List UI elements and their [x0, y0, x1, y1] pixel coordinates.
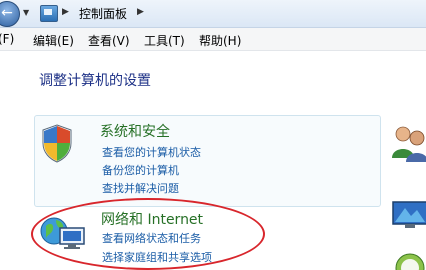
control-panel-icon: [40, 5, 58, 22]
recent-pages-dropdown[interactable]: ▼: [23, 8, 29, 17]
menu-edit[interactable]: 编辑(E): [33, 32, 74, 49]
page-title: 调整计算机的设置: [39, 73, 151, 89]
category-panel-system-security: [34, 115, 381, 207]
back-button[interactable]: ←: [0, 1, 20, 27]
highlight-ellipse: [31, 198, 265, 270]
arrow-left-icon: ←: [1, 5, 13, 21]
breadcrumb-control-panel[interactable]: 控制面板: [79, 5, 127, 22]
link-troubleshoot[interactable]: 查找并解决问题: [102, 180, 179, 196]
appearance-monitor-icon[interactable]: [389, 198, 426, 232]
menu-bar: (F) 编辑(E) 查看(V) 工具(T) 帮助(H): [0, 28, 426, 51]
menu-tools[interactable]: 工具(T): [144, 32, 185, 49]
user-accounts-icon[interactable]: [389, 122, 426, 162]
link-view-computer-status[interactable]: 查看您的计算机状态: [102, 144, 201, 160]
chevron-right-icon[interactable]: ▶: [62, 7, 69, 17]
shield-icon[interactable]: [40, 123, 74, 163]
address-bar: ← ▼ ▶ 控制面板 ▶: [0, 0, 426, 28]
menu-help[interactable]: 帮助(H): [199, 32, 241, 49]
menu-view[interactable]: 查看(V): [88, 32, 130, 49]
clock-region-icon[interactable]: [392, 248, 426, 270]
menu-file[interactable]: (F): [0, 32, 14, 46]
chevron-right-icon[interactable]: ▶: [137, 7, 144, 17]
link-backup-computer[interactable]: 备份您的计算机: [102, 162, 179, 178]
category-title-system-security[interactable]: 系统和安全: [100, 121, 170, 141]
